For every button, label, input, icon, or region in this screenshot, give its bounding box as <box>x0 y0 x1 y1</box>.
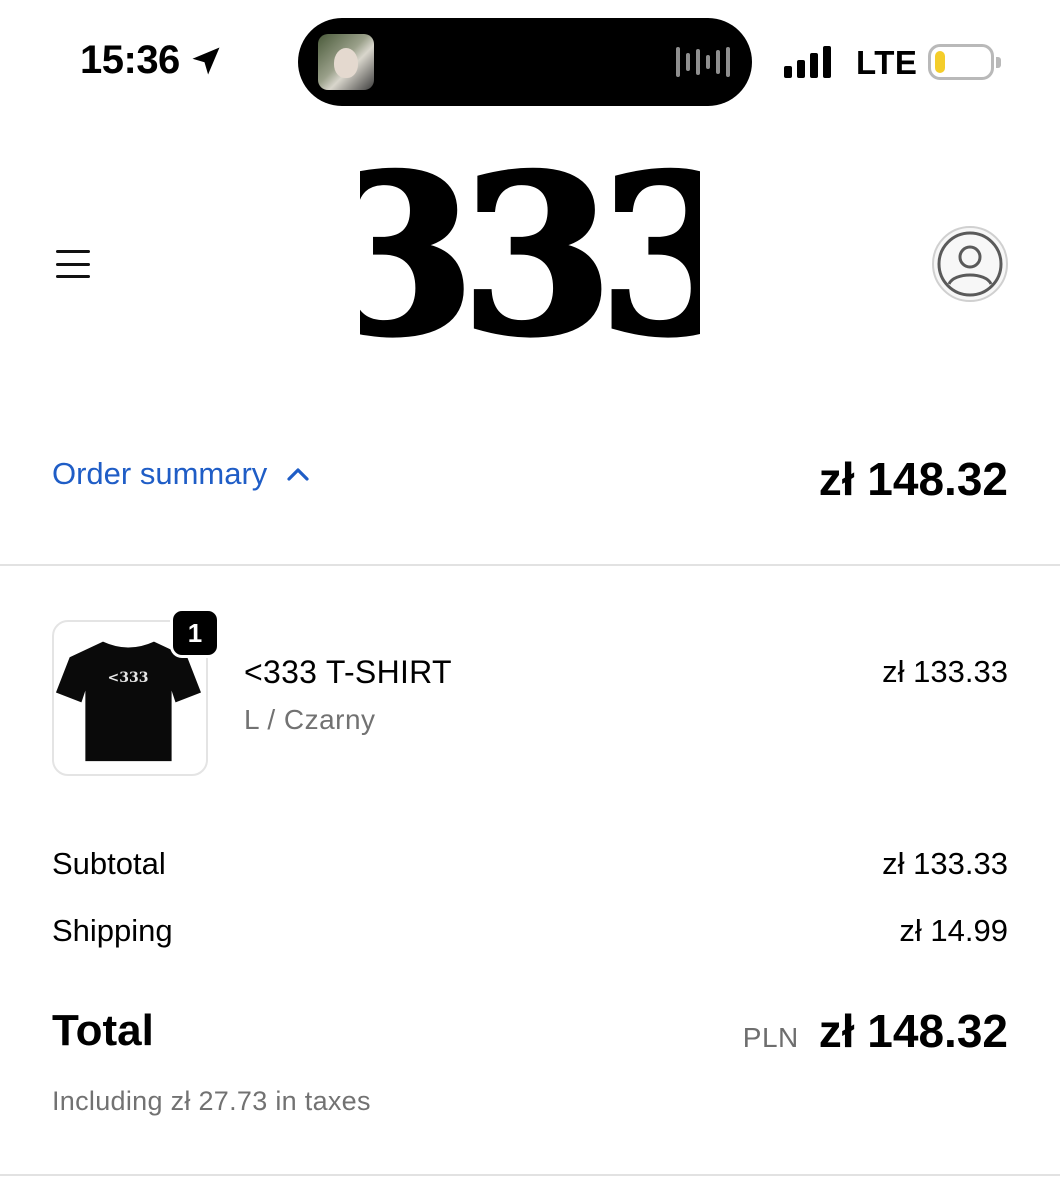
cellular-signal-icon <box>784 46 831 78</box>
product-name: <333 T-SHIRT <box>244 654 452 690</box>
subtotal-label: Subtotal <box>52 846 166 881</box>
subtotal-value: zł 133.33 <box>882 846 1008 881</box>
network-type: LTE <box>856 44 918 81</box>
total-label: Total <box>52 1006 154 1055</box>
battery-level <box>935 51 945 73</box>
dynamic-island[interactable] <box>298 18 752 106</box>
product-price: zł 133.33 <box>882 654 1008 689</box>
shipping-value: zł 14.99 <box>899 913 1008 948</box>
total-currency: PLN <box>742 1022 799 1053</box>
order-summary-label: Order summary <box>52 456 268 491</box>
section-divider-bottom <box>0 1174 1060 1176</box>
total-amount: zł 148.32 <box>818 1005 1008 1057</box>
taxes-note: Including zł 27.73 in taxes <box>52 1086 371 1116</box>
battery-icon <box>928 44 1001 80</box>
total-value-group: PLN zł 148.32 <box>743 1004 1008 1058</box>
shipping-label: Shipping <box>52 913 173 948</box>
section-divider <box>0 564 1060 566</box>
product-variant: L / Czarny <box>244 704 376 735</box>
account-button[interactable] <box>932 226 1008 302</box>
order-summary-total: zł 148.32 <box>818 453 1008 505</box>
quantity-badge: 1 <box>170 608 220 658</box>
status-time: 15:36 <box>80 38 224 83</box>
product-print: <333 <box>108 670 149 686</box>
logo-text: 333 <box>360 160 700 360</box>
location-arrow-icon <box>192 47 220 74</box>
time-text: 15:36 <box>80 38 180 82</box>
brand-logo[interactable]: 333 <box>360 160 700 360</box>
menu-icon[interactable] <box>56 250 90 278</box>
account-icon <box>937 231 1003 297</box>
now-playing-artwork <box>318 34 374 90</box>
order-summary-toggle[interactable]: Order summary <box>52 456 311 492</box>
chevron-up-icon <box>287 468 309 481</box>
audio-waveform-icon <box>676 45 730 79</box>
